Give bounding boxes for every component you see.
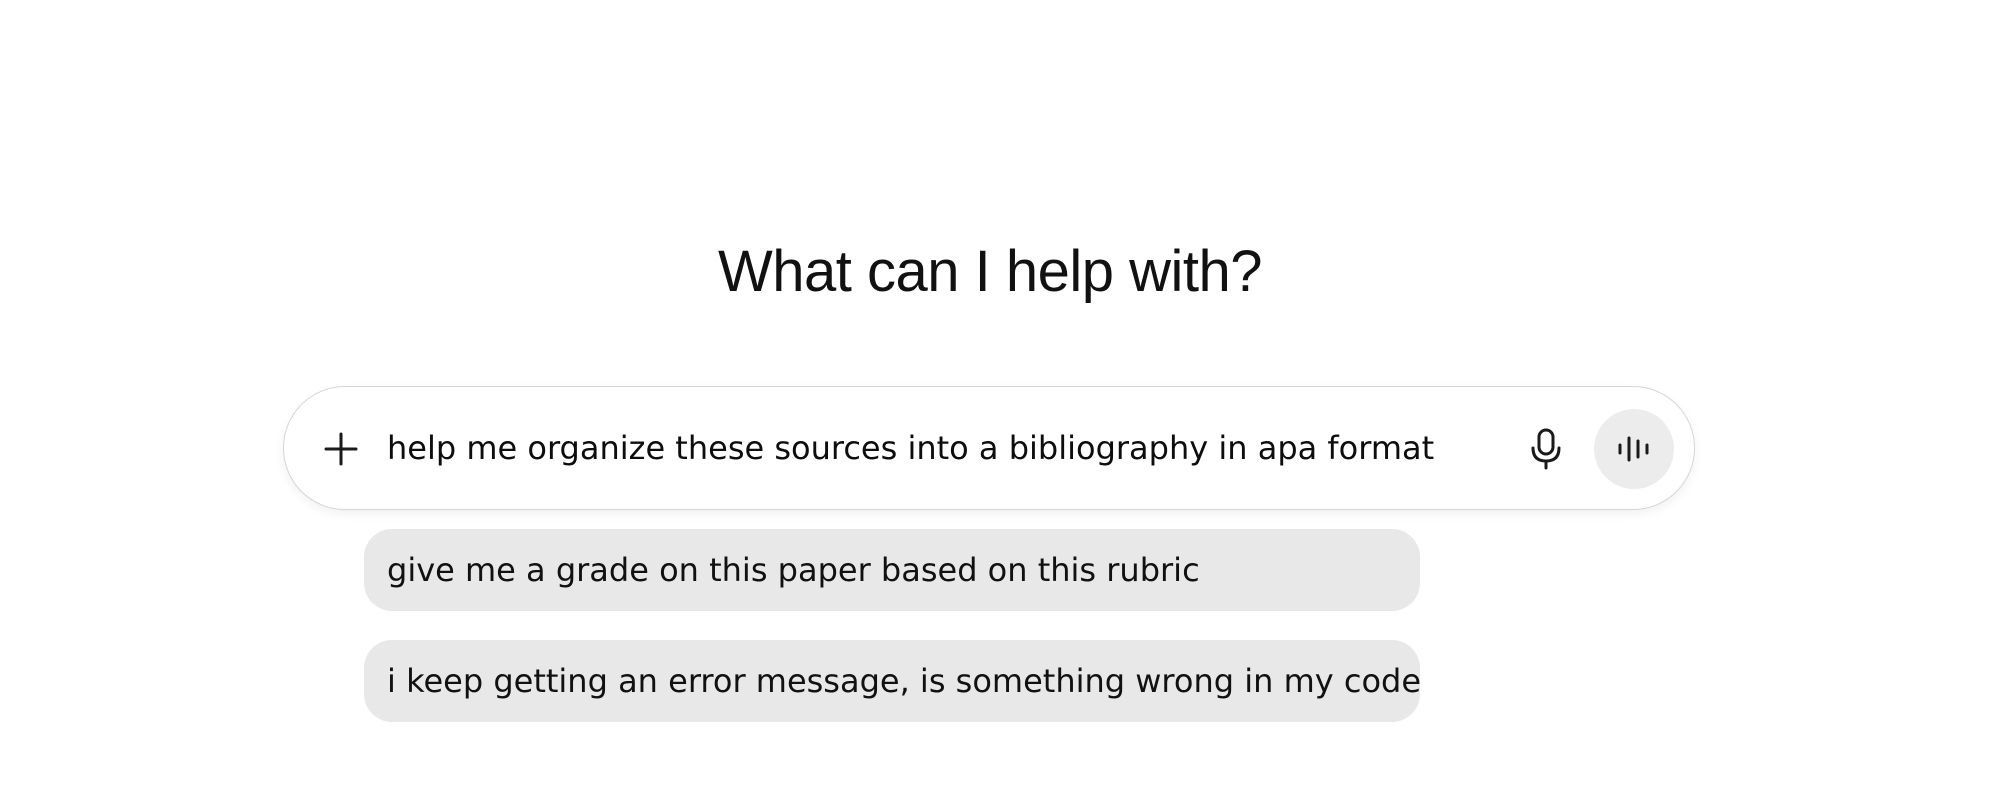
suggestion-label: i keep getting an error message, is some… [387,662,1420,700]
suggestion-chip[interactable]: give me a grade on this paper based on t… [364,529,1420,611]
plus-icon [324,432,358,466]
dictate-button[interactable] [1522,425,1570,473]
message-input[interactable] [387,425,1487,471]
suggestion-chip[interactable]: i keep getting an error message, is some… [364,640,1420,722]
chat-home: What can I help with? gi [0,0,2000,800]
microphone-icon [1531,428,1561,470]
add-attachment-button[interactable] [320,428,362,470]
page-title: What can I help with? [717,239,1263,304]
voice-mode-button[interactable] [1594,409,1674,489]
message-composer [283,386,1695,510]
suggestion-label: give me a grade on this paper based on t… [387,551,1200,589]
voice-waveform-icon [1618,436,1649,462]
